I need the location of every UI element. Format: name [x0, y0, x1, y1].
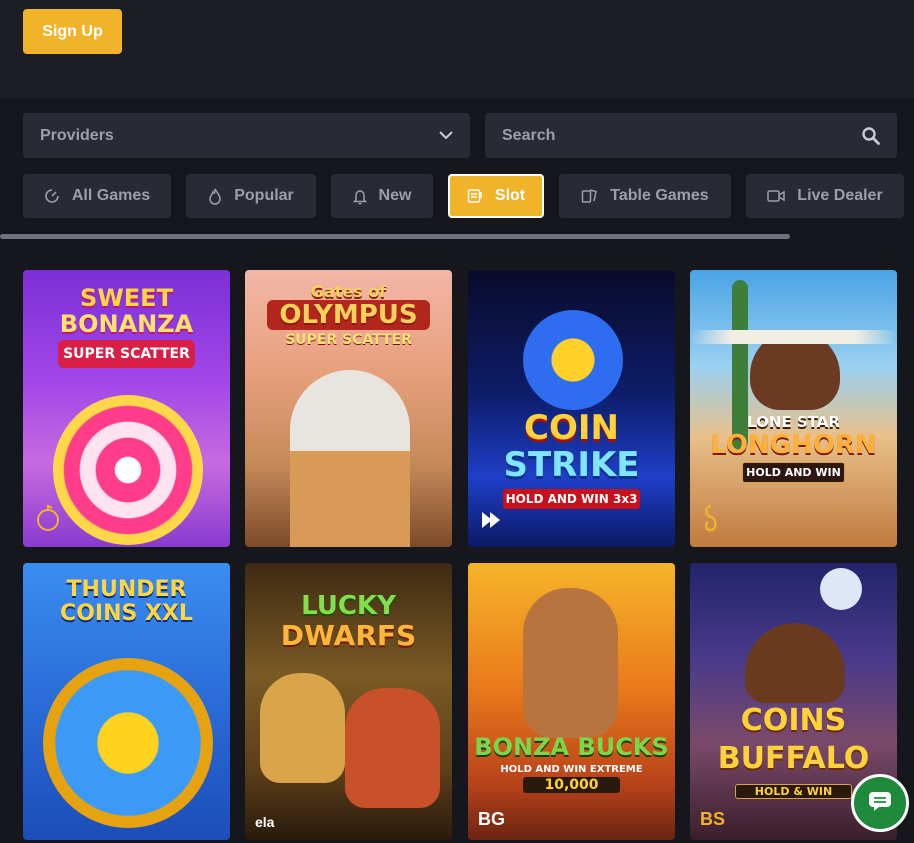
tabs-scrollbar[interactable]	[0, 234, 790, 239]
provider-label: ela	[255, 814, 275, 830]
tab-all-games[interactable]: All Games	[23, 174, 171, 218]
game-card[interactable]: BONZA BUCKS HOLD AND WIN EXTREME 10,000 …	[468, 563, 675, 840]
game-title: COINS	[740, 703, 847, 738]
game-card[interactable]: LUCKY DWARFS ela	[245, 563, 452, 840]
provider-label: BG	[478, 809, 505, 829]
provider-label: BS	[700, 809, 726, 829]
chevron-down-icon	[439, 131, 453, 140]
game-card[interactable]: Gates of OLYMPUS SUPER SCATTER	[245, 270, 452, 547]
slot-machine-icon	[467, 188, 483, 204]
game-title: SWEET	[80, 284, 173, 312]
bomb-icon	[35, 504, 61, 537]
game-subtitle: HOLD AND WIN 3x3	[503, 489, 640, 509]
tab-label: Popular	[234, 187, 294, 204]
game-title: STRIKE	[503, 445, 640, 485]
game-card[interactable]: THUNDER COINS XXL	[23, 563, 230, 840]
game-title: BONZA BUCKS	[474, 733, 669, 761]
game-title: BONANZA	[59, 310, 194, 338]
category-tabs: All Games Popular New Slot Table Games L…	[23, 174, 914, 218]
search-input[interactable]: Search	[485, 113, 897, 158]
chat-button[interactable]	[851, 774, 909, 832]
game-subtitle: SUPER SCATTER	[285, 332, 412, 348]
game-title: LONE STAR	[747, 413, 840, 431]
game-title: OLYMPUS	[267, 300, 430, 330]
game-card[interactable]: SWEET BONANZA SUPER SCATTER	[23, 270, 230, 547]
providers-dropdown[interactable]: Providers	[23, 113, 470, 158]
game-subtitle: HOLD & WIN	[735, 784, 852, 799]
game-subtitle: SUPER SCATTER	[58, 340, 195, 368]
game-title: THUNDER	[66, 577, 187, 602]
game-title: LONGHORN	[710, 430, 877, 460]
game-subtitle: HOLD AND WIN EXTREME	[500, 764, 643, 775]
tab-table-games[interactable]: Table Games	[559, 174, 731, 218]
game-card[interactable]: LONE STAR LONGHORN HOLD AND WIN	[690, 270, 897, 547]
tab-slot[interactable]: Slot	[448, 174, 544, 218]
flame-icon	[208, 188, 222, 205]
tab-label: Live Dealer	[797, 187, 883, 204]
tab-label: Slot	[494, 187, 526, 204]
tab-label: All Games	[71, 187, 151, 204]
game-title: BUFFALO	[717, 741, 870, 776]
tab-label: Table Games	[610, 187, 709, 204]
tab-popular[interactable]: Popular	[186, 174, 316, 218]
game-title: COINS XXL	[60, 601, 193, 626]
search-placeholder: Search	[502, 126, 556, 144]
provider-logo-icon	[702, 504, 720, 537]
providers-label: Providers	[40, 126, 114, 144]
game-card[interactable]: COIN STRIKE HOLD AND WIN 3x3	[468, 270, 675, 547]
sign-up-button[interactable]: Sign Up	[23, 9, 122, 54]
game-title: COIN	[524, 408, 619, 448]
search-icon	[862, 126, 880, 145]
header-bar: Sign Up	[0, 0, 914, 98]
all-games-icon	[44, 188, 60, 204]
filter-bar: Providers Search All Games Popular New S…	[0, 98, 914, 243]
chat-icon	[867, 790, 893, 817]
game-subtitle: HOLD AND WIN	[742, 462, 845, 483]
video-camera-icon	[767, 189, 786, 203]
bell-icon	[352, 188, 367, 205]
game-subtitle: 10,000	[523, 777, 620, 793]
game-title: Gates of	[310, 282, 387, 301]
game-title: DWARFS	[280, 619, 417, 652]
cards-icon	[581, 188, 598, 204]
provider-logo-icon	[480, 510, 506, 535]
tab-new[interactable]: New	[331, 174, 433, 218]
tab-live-dealer[interactable]: Live Dealer	[746, 174, 904, 218]
tab-label: New	[378, 187, 412, 204]
game-title: LUCKY	[301, 591, 396, 621]
